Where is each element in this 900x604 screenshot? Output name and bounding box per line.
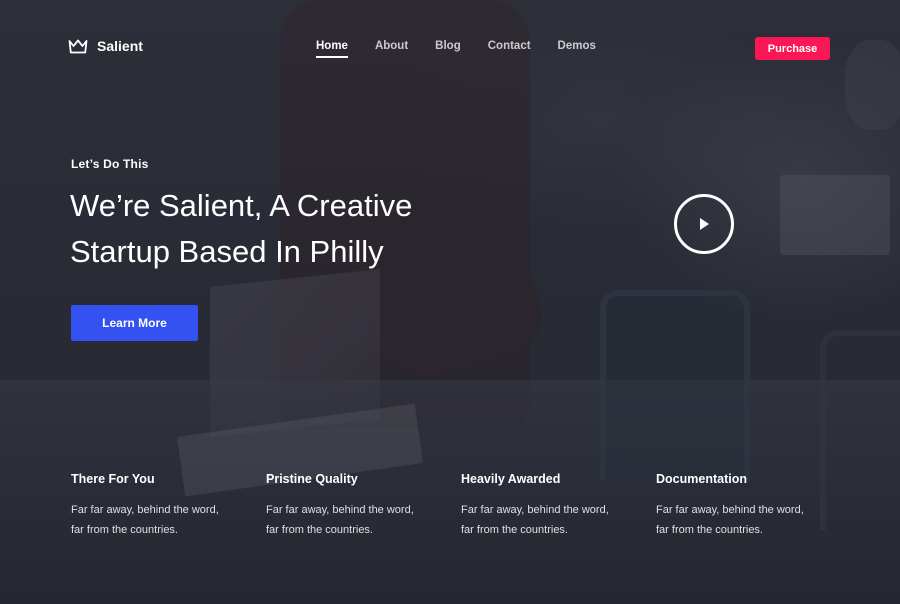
main-nav: Home About Blog Contact Demos xyxy=(316,40,623,58)
brand-logo[interactable]: Salient xyxy=(68,38,143,54)
purchase-button[interactable]: Purchase xyxy=(755,37,830,60)
feature-title: Heavily Awarded xyxy=(461,472,561,486)
hero-headline: We’re Salient, A Creative Startup Based … xyxy=(70,188,413,269)
feature-item: Pristine Quality Far far away, behind th… xyxy=(266,472,461,540)
hero-eyebrow: Let’s Do This xyxy=(71,157,149,171)
feature-item: Heavily Awarded Far far away, behind the… xyxy=(461,472,656,540)
feature-item: There For You Far far away, behind the w… xyxy=(71,472,266,540)
feature-text: Far far away, behind the word, far from … xyxy=(266,504,414,536)
nav-about[interactable]: About xyxy=(375,40,408,58)
features-row: There For You Far far away, behind the w… xyxy=(71,472,851,540)
nav-contact[interactable]: Contact xyxy=(488,40,531,58)
feature-text: Far far away, behind the word, far from … xyxy=(656,504,804,536)
feature-title: Documentation xyxy=(656,472,747,486)
play-video-button[interactable] xyxy=(674,194,734,254)
nav-home[interactable]: Home xyxy=(316,40,348,58)
play-icon xyxy=(700,218,709,230)
feature-title: There For You xyxy=(71,472,155,486)
nav-demos[interactable]: Demos xyxy=(558,40,596,58)
brand-name: Salient xyxy=(97,38,143,54)
feature-item: Documentation Far far away, behind the w… xyxy=(656,472,851,540)
learn-more-button[interactable]: Learn More xyxy=(71,305,198,341)
crown-icon xyxy=(68,39,88,53)
site-header: Salient Home About Blog Contact Demos Pu… xyxy=(0,0,900,96)
feature-text: Far far away, behind the word, far from … xyxy=(71,504,219,536)
feature-title: Pristine Quality xyxy=(266,472,358,486)
feature-text: Far far away, behind the word, far from … xyxy=(461,504,609,536)
nav-blog[interactable]: Blog xyxy=(435,40,461,58)
